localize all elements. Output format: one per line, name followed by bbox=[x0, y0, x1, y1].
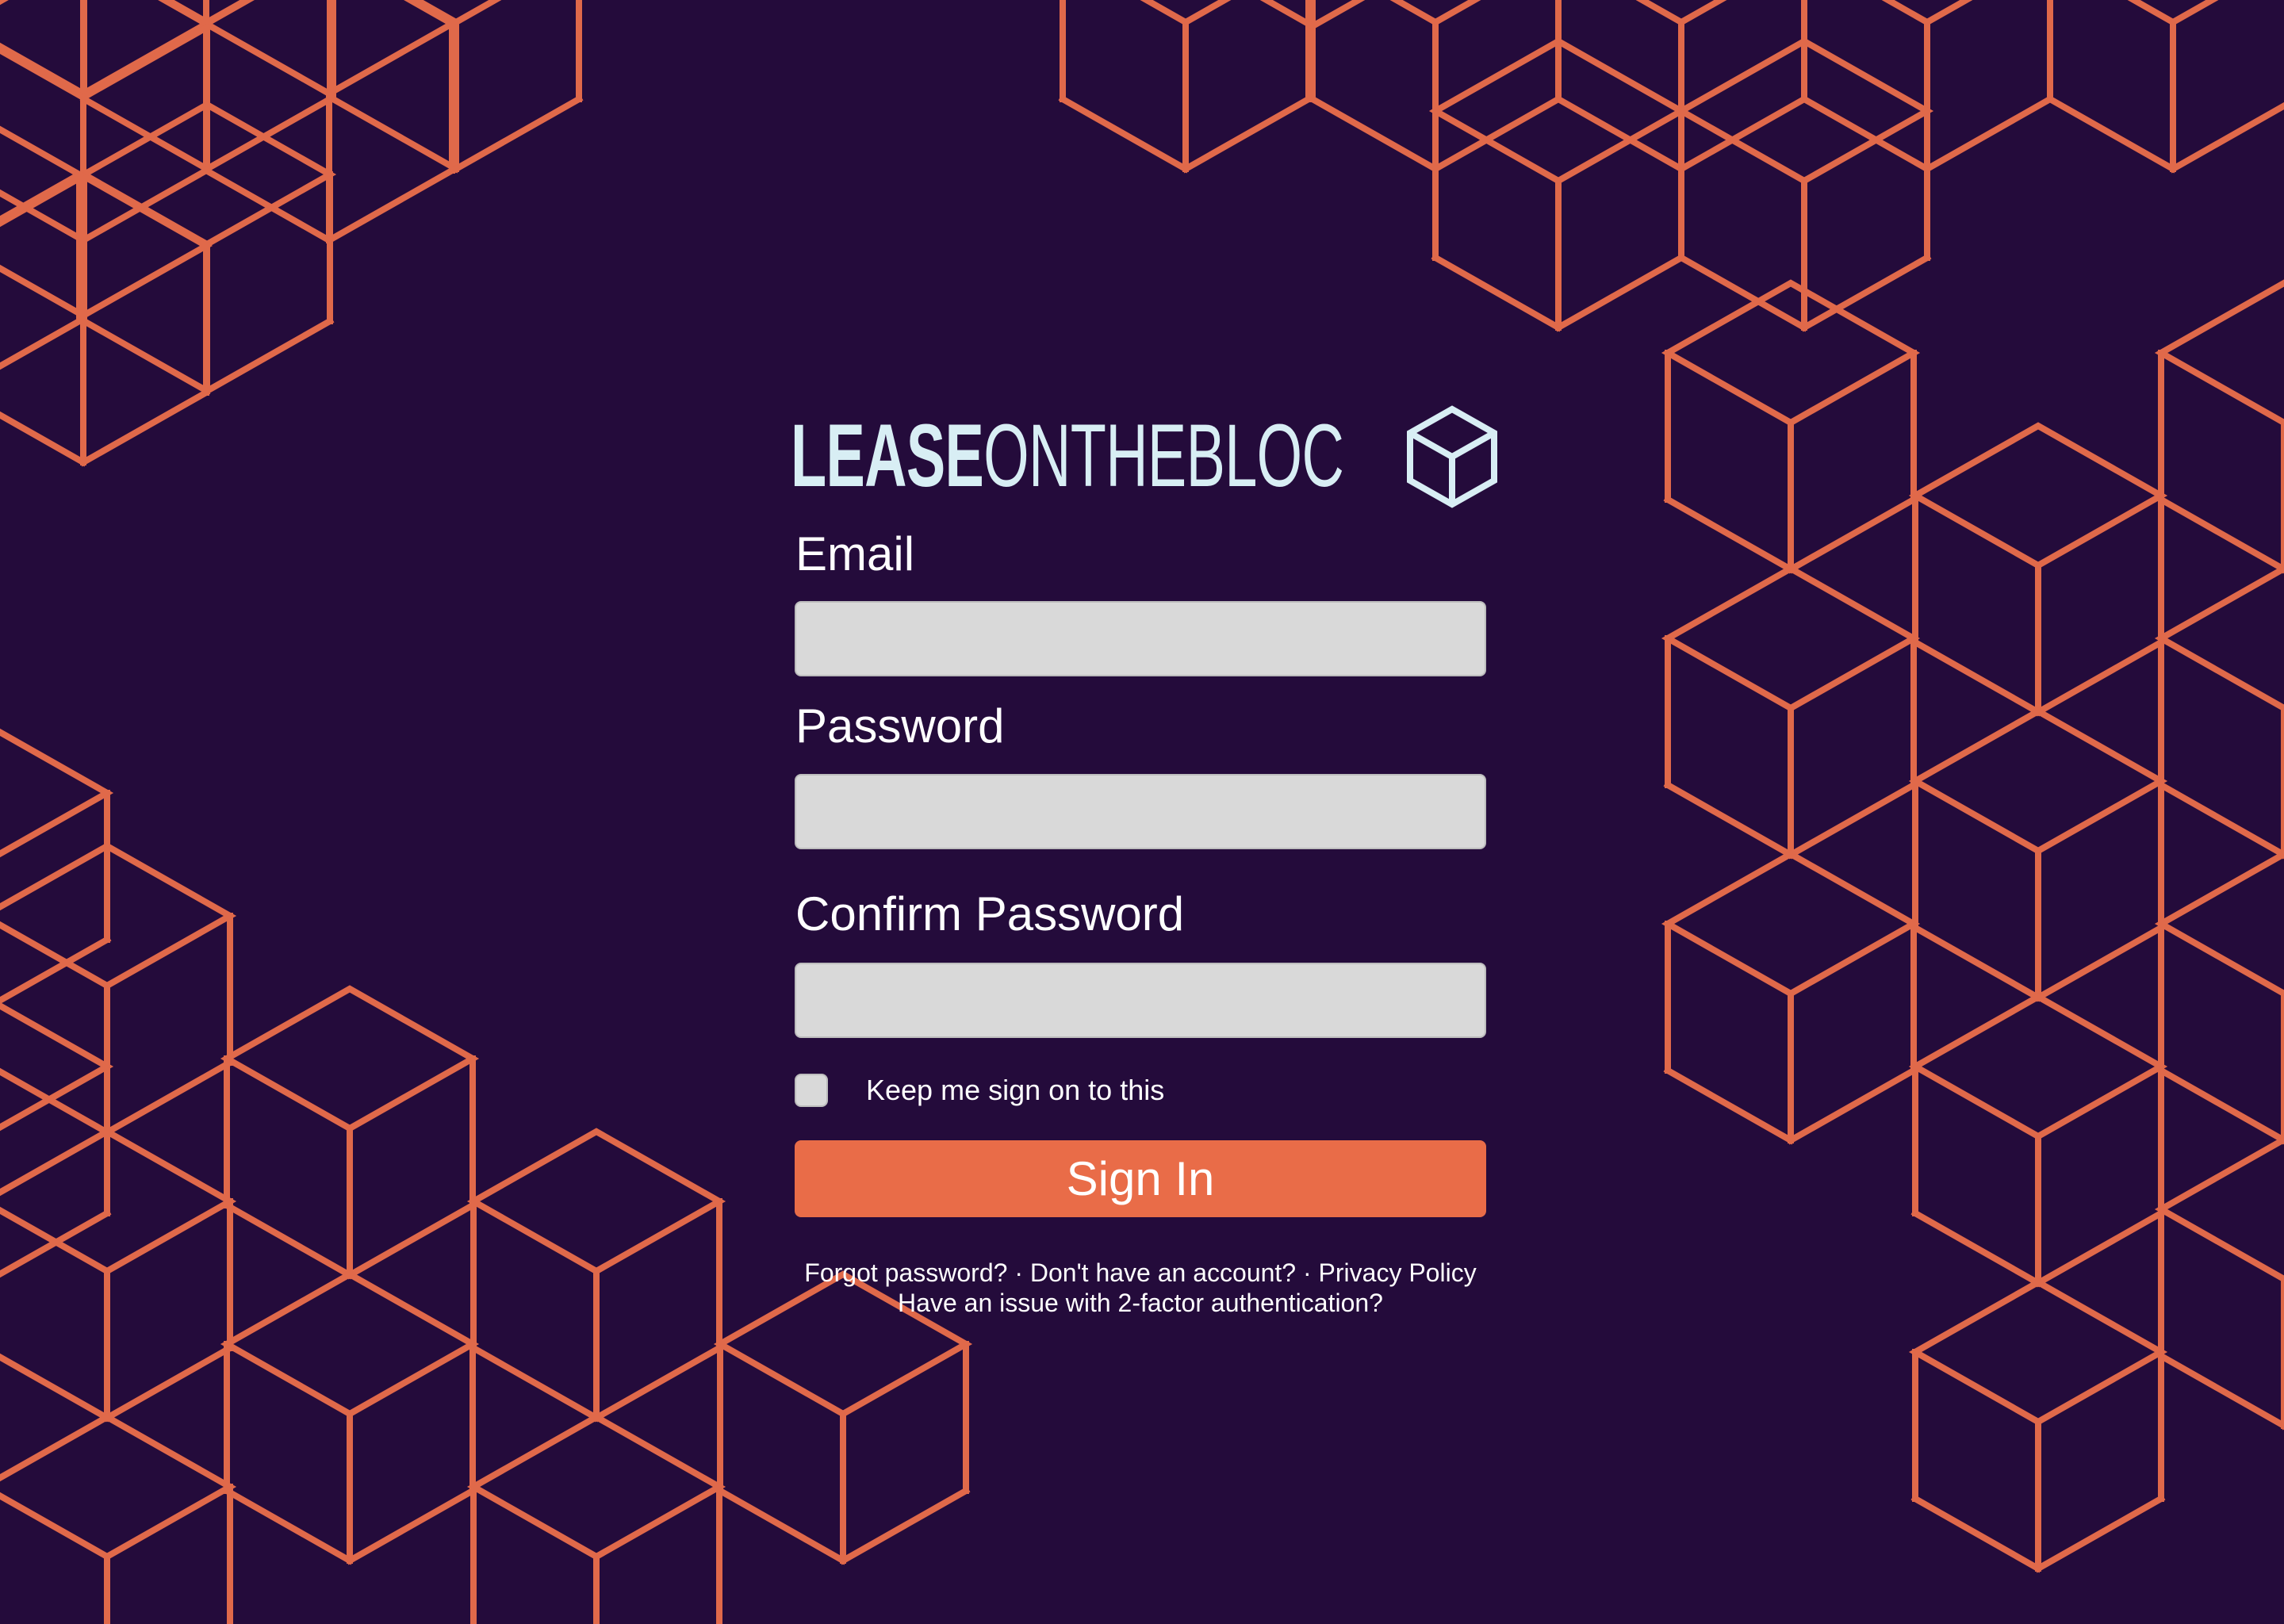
keep-signed-in-checkbox[interactable] bbox=[795, 1074, 828, 1107]
keep-signed-in-label: Keep me sign on to this bbox=[866, 1074, 1165, 1106]
privacy-policy-link[interactable]: Privacy Policy bbox=[1319, 1258, 1477, 1287]
footer-links-row-2: Have an issue with 2-factor authenticati… bbox=[794, 1288, 1487, 1318]
background-cube bbox=[2154, 1136, 2284, 1431]
background-cube bbox=[0, 172, 213, 467]
background-cube bbox=[1661, 850, 1921, 1145]
confirm-password-label: Confirm Password bbox=[795, 887, 1185, 940]
confirm-password-field[interactable] bbox=[795, 963, 1486, 1038]
background-cube bbox=[466, 1128, 726, 1423]
two-factor-help-link[interactable]: Have an issue with 2-factor authenticati… bbox=[898, 1289, 1383, 1317]
forgot-password-link[interactable]: Forgot password? bbox=[804, 1258, 1007, 1287]
footer-separator: · bbox=[1302, 1258, 1312, 1287]
footer-separator: · bbox=[1014, 1258, 1023, 1287]
background-cube bbox=[2154, 279, 2284, 574]
background-cube bbox=[2045, 0, 2284, 174]
background-cube bbox=[1908, 707, 2168, 1002]
background-cube bbox=[1908, 993, 2168, 1288]
password-field[interactable] bbox=[795, 774, 1486, 849]
sign-up-link[interactable]: Don't have an account? bbox=[1030, 1258, 1296, 1287]
brand-wordmark: LEASEONTHEBLOC bbox=[791, 400, 1344, 511]
background-cube bbox=[2154, 565, 2284, 860]
background-cube bbox=[1908, 1278, 2168, 1573]
email-label: Email bbox=[795, 527, 915, 580]
background-cube bbox=[220, 1270, 480, 1565]
brand-logo: LEASEONTHEBLOC bbox=[791, 400, 1504, 511]
brand-wordmark-light: ONTHEBLOC bbox=[983, 406, 1344, 505]
background-cube bbox=[1058, 0, 1313, 174]
background-cube bbox=[466, 1413, 726, 1624]
background-cube bbox=[0, 1128, 237, 1423]
background-cube bbox=[0, 125, 86, 370]
footer-links-row-1: Forgot password? · Don't have an account… bbox=[794, 1258, 1487, 1288]
background-cube bbox=[1661, 565, 1921, 860]
background-cube bbox=[0, 728, 114, 1005]
password-label: Password bbox=[795, 699, 1005, 753]
background-cube bbox=[2154, 850, 2284, 1145]
background-cube bbox=[220, 985, 480, 1280]
brand-wordmark-bold: LEASE bbox=[791, 406, 984, 505]
background-cube bbox=[328, 0, 584, 174]
login-panel: LEASEONTHEBLOC Email Password Confirm Pa… bbox=[791, 400, 1497, 1320]
background-cube bbox=[1908, 422, 2168, 717]
cube-icon bbox=[1407, 405, 1497, 508]
email-field[interactable] bbox=[795, 601, 1486, 676]
sign-in-button[interactable]: Sign In bbox=[795, 1140, 1486, 1217]
footer-links: Forgot password? · Don't have an account… bbox=[794, 1258, 1487, 1318]
background-cube bbox=[1661, 279, 1921, 574]
background-cube bbox=[0, 842, 237, 1137]
background-cube bbox=[0, 1413, 237, 1624]
background-cube bbox=[0, 0, 211, 102]
